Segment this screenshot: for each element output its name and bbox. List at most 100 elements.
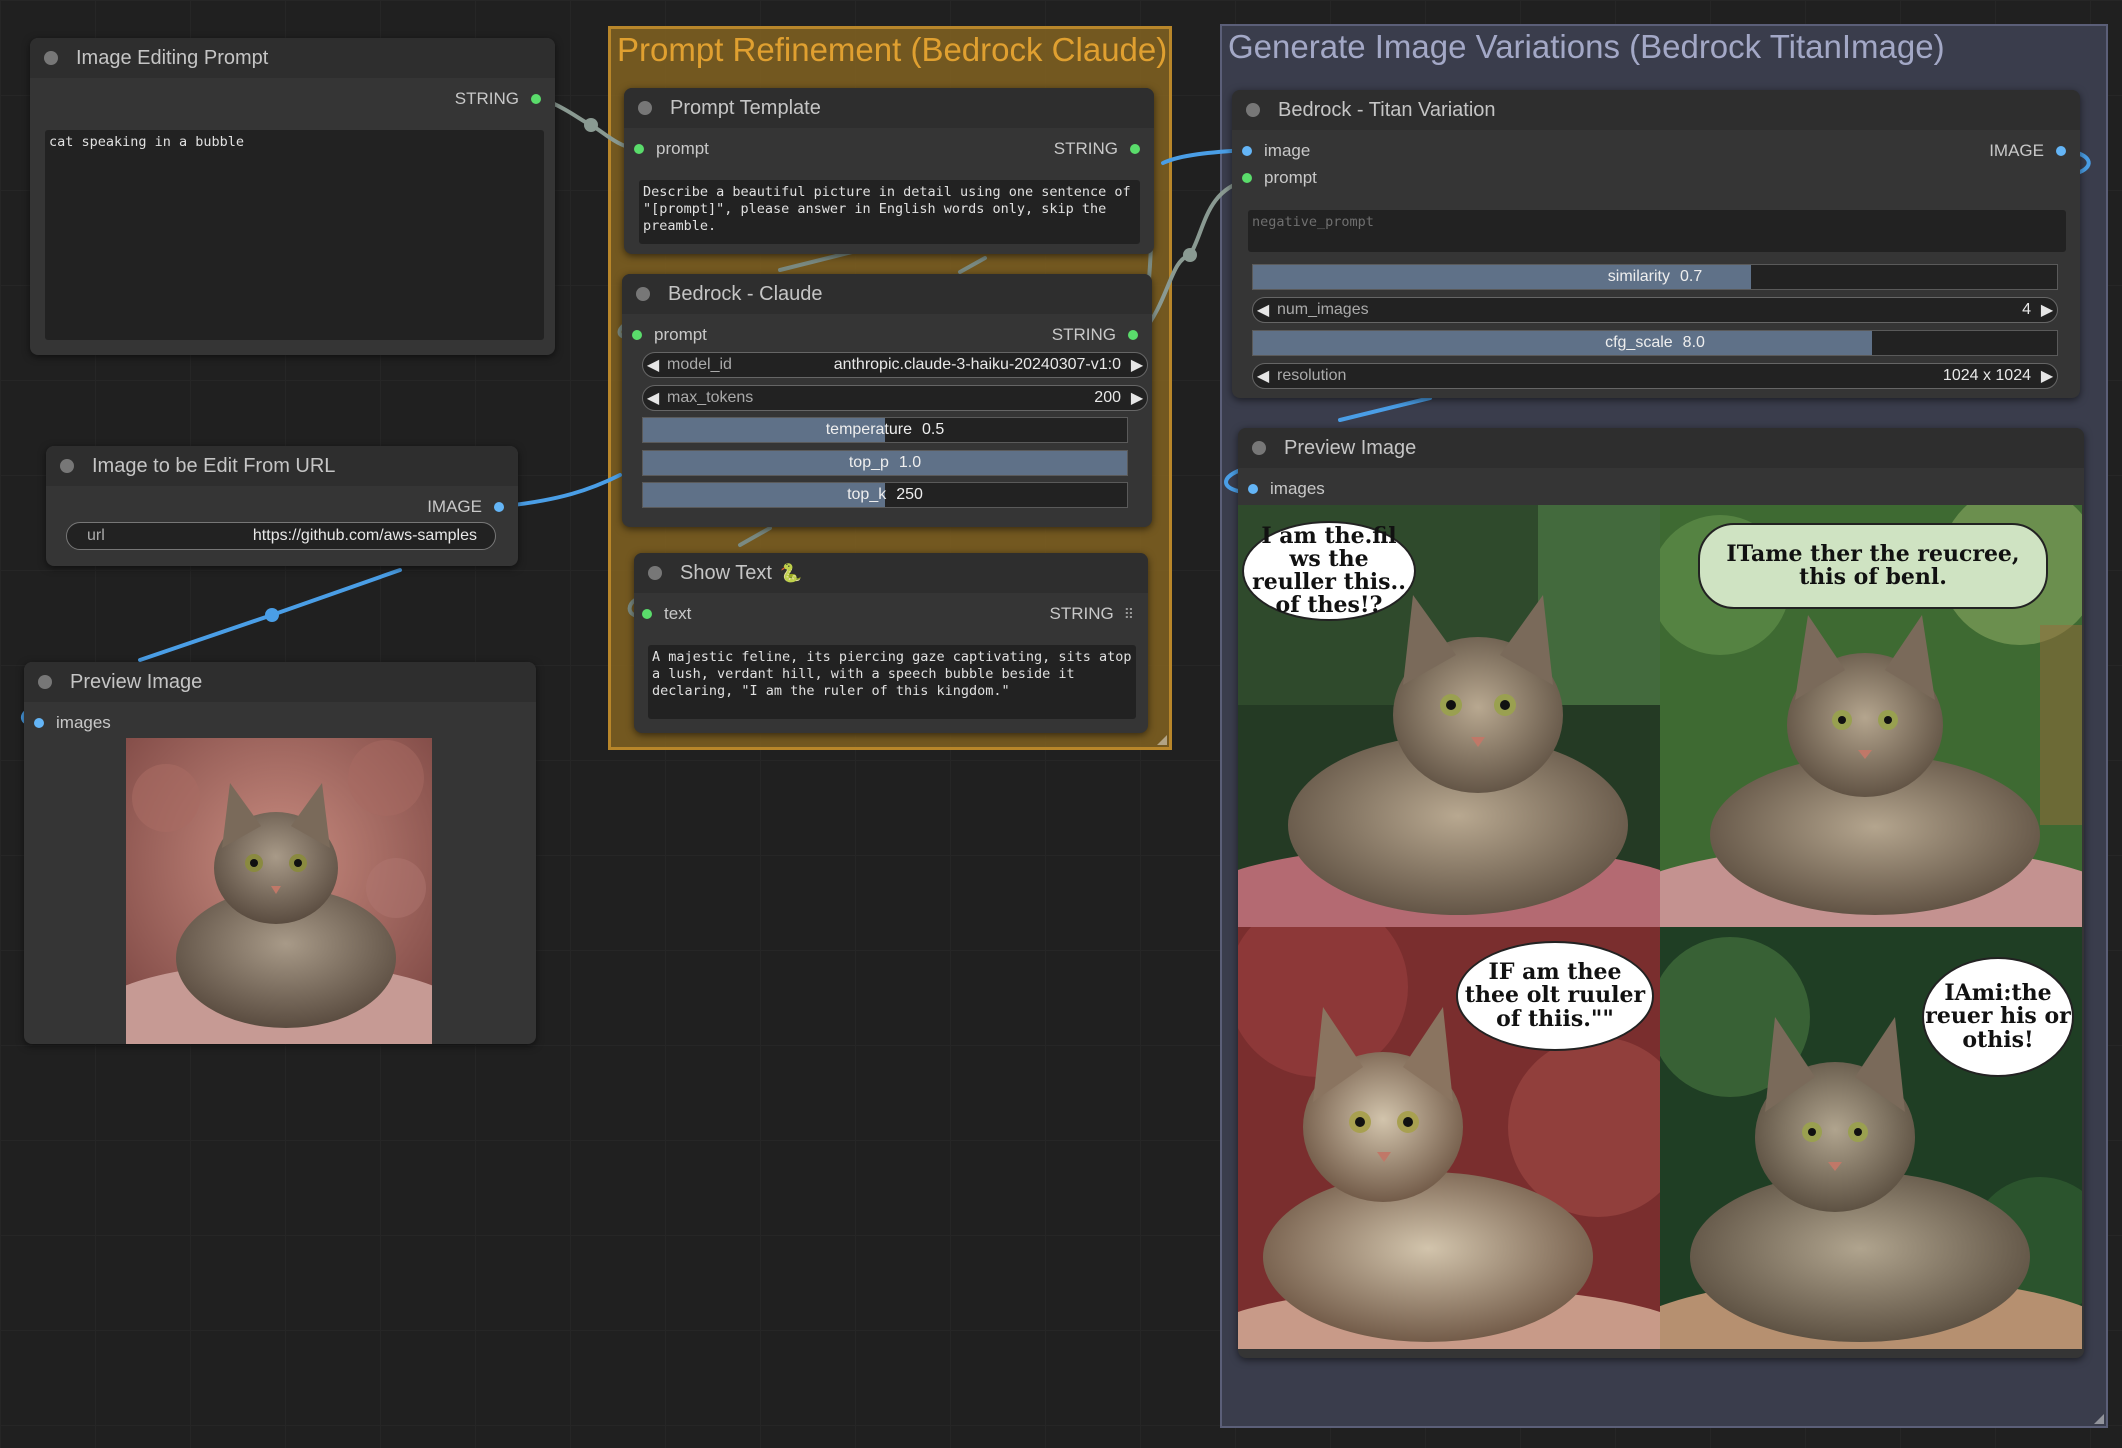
node-header[interactable]: Image Editing Prompt	[30, 38, 555, 78]
input-slot-prompt[interactable]: prompt	[634, 139, 709, 159]
cfg-scale-slider[interactable]: cfg_scale 8.0	[1252, 330, 2058, 356]
image-slot-dot-icon[interactable]	[1248, 484, 1258, 494]
output-textarea[interactable]: A majestic feline, its piercing gaze cap…	[648, 645, 1136, 719]
widget-name: url	[87, 527, 105, 544]
list-grid-icon[interactable]: ⠿	[1124, 606, 1134, 623]
num-images-number[interactable]: ◀ num_images 4 ▶	[1252, 297, 2058, 323]
string-slot-dot-icon[interactable]	[1242, 173, 1252, 183]
generated-image-3[interactable]: IF am thee thee olt ruuler of thiis.""	[1238, 927, 1660, 1349]
input-slot-text[interactable]: text	[642, 604, 691, 624]
slot-label: STRING	[1051, 325, 1116, 344]
image-slot-dot-icon[interactable]	[2056, 146, 2066, 156]
top-k-slider[interactable]: top_k 250	[642, 482, 1128, 508]
image-slot-dot-icon[interactable]	[34, 718, 44, 728]
similarity-slider[interactable]: similarity 0.7	[1252, 264, 2058, 290]
node-header[interactable]: Preview Image	[1238, 428, 2084, 468]
output-slot-image[interactable]: IMAGE	[427, 497, 504, 517]
group-resize-handle[interactable]	[2094, 1414, 2104, 1424]
node-preview-image-right[interactable]: Preview Image images I am the.fil ws the…	[1238, 428, 2084, 1358]
output-slot-string[interactable]: STRING ⠿	[1050, 604, 1135, 624]
group-resize-handle[interactable]	[1157, 735, 1167, 745]
slot-label: prompt	[1264, 168, 1317, 187]
node-title: Bedrock - Titan Variation	[1278, 98, 1496, 121]
image-slot-dot-icon[interactable]	[494, 502, 504, 512]
node-header[interactable]: Prompt Template	[624, 88, 1154, 128]
widget-value: 8.0	[1682, 334, 1705, 351]
string-slot-dot-icon[interactable]	[642, 609, 652, 619]
input-slot-image[interactable]: image	[1242, 141, 1310, 161]
output-slot-string[interactable]: STRING	[455, 89, 541, 109]
model-id-combo[interactable]: ◀ model_id anthropic.claude-3-haiku-2024…	[642, 352, 1148, 378]
widget-value: 1024 x 1024	[1942, 367, 2031, 384]
node-bedrock-claude[interactable]: Bedrock - Claude prompt STRING ◀ model_i…	[622, 274, 1152, 527]
negative-prompt-textarea[interactable]: negative_prompt	[1248, 210, 2066, 252]
widget-name: similarity	[1607, 268, 1670, 285]
node-header[interactable]: Show Text 🐍	[634, 553, 1148, 593]
node-title: Show Text	[680, 561, 772, 584]
node-title: Bedrock - Claude	[668, 282, 823, 305]
slot-label: STRING	[1053, 139, 1118, 158]
node-header[interactable]: Bedrock - Titan Variation	[1232, 90, 2080, 130]
string-slot-dot-icon[interactable]	[531, 94, 541, 104]
node-prompt-template[interactable]: Prompt Template prompt STRING Describe a…	[624, 88, 1154, 254]
node-header[interactable]: Image to be Edit From URL	[46, 446, 518, 486]
speech-bubble: ITame ther the reucree, this of benl.	[1698, 523, 2048, 609]
collapse-dot-icon[interactable]	[1246, 103, 1260, 117]
string-slot-dot-icon[interactable]	[1128, 330, 1138, 340]
arrow-left-icon[interactable]: ◀	[1253, 366, 1273, 386]
slot-label: prompt	[656, 139, 709, 158]
input-slot-prompt[interactable]: prompt	[1242, 168, 1317, 188]
string-slot-dot-icon[interactable]	[634, 144, 644, 154]
arrow-left-icon[interactable]: ◀	[643, 355, 663, 375]
template-textarea[interactable]: Describe a beautiful picture in detail u…	[639, 180, 1140, 244]
slot-label: image	[1264, 141, 1311, 160]
collapse-dot-icon[interactable]	[38, 675, 52, 689]
prompt-textarea[interactable]: cat speaking in a bubble	[45, 130, 544, 340]
string-slot-dot-icon[interactable]	[632, 330, 642, 340]
output-slot-image[interactable]: IMAGE	[1989, 141, 2066, 161]
output-slot-string[interactable]: STRING	[1054, 139, 1140, 159]
collapse-dot-icon[interactable]	[648, 566, 662, 580]
arrow-right-icon[interactable]: ▶	[1127, 388, 1147, 408]
max-tokens-number[interactable]: ◀ max_tokens 200 ▶	[642, 385, 1148, 411]
collapse-dot-icon[interactable]	[638, 101, 652, 115]
group-title[interactable]: Generate Image Variations (Bedrock Titan…	[1228, 28, 1945, 66]
node-title: Preview Image	[1284, 436, 1417, 459]
collapse-dot-icon[interactable]	[44, 51, 58, 65]
arrow-right-icon[interactable]: ▶	[2037, 300, 2057, 320]
input-slot-prompt[interactable]: prompt	[632, 325, 707, 345]
arrow-left-icon[interactable]: ◀	[643, 388, 663, 408]
collapse-dot-icon[interactable]	[636, 287, 650, 301]
node-title: Preview Image	[70, 670, 203, 693]
input-slot-images[interactable]: images	[34, 713, 111, 733]
image-slot-dot-icon[interactable]	[1242, 146, 1252, 156]
url-input[interactable]: url https://github.com/aws-samples	[66, 522, 496, 550]
arrow-right-icon[interactable]: ▶	[2037, 366, 2057, 386]
generated-image-2[interactable]: ITame ther the reucree, this of benl.	[1660, 505, 2082, 927]
generated-image-4[interactable]: IAmi:the reuer his or othis!	[1660, 927, 2082, 1349]
node-show-text[interactable]: Show Text 🐍 text STRING ⠿ A majestic fel…	[634, 553, 1148, 733]
widget-name: max_tokens	[667, 389, 754, 406]
node-header[interactable]: Bedrock - Claude	[622, 274, 1152, 314]
collapse-dot-icon[interactable]	[60, 459, 74, 473]
group-title[interactable]: Prompt Refinement (Bedrock Claude)	[617, 31, 1167, 69]
preview-image-original[interactable]	[126, 738, 432, 1044]
arrow-left-icon[interactable]: ◀	[1253, 300, 1273, 320]
node-title: Prompt Template	[670, 96, 821, 119]
node-titan-variation[interactable]: Bedrock - Titan Variation image prompt I…	[1232, 90, 2080, 398]
node-header[interactable]: Preview Image	[24, 662, 536, 702]
temperature-slider[interactable]: temperature 0.5	[642, 417, 1128, 443]
top-p-slider[interactable]: top_p 1.0	[642, 450, 1128, 476]
node-image-editing-prompt[interactable]: Image Editing Prompt STRING cat speaking…	[30, 38, 555, 355]
arrow-right-icon[interactable]: ▶	[1127, 355, 1147, 375]
widget-value: https://github.com/aws-samples	[252, 527, 477, 544]
generated-image-1[interactable]: I am the.fil ws the reuller this.. of th…	[1238, 505, 1660, 927]
node-preview-image-left[interactable]: Preview Image images	[24, 662, 536, 1044]
node-image-from-url[interactable]: Image to be Edit From URL IMAGE url http…	[46, 446, 518, 566]
input-slot-images[interactable]: images	[1248, 479, 1325, 499]
string-slot-dot-icon[interactable]	[1130, 144, 1140, 154]
output-slot-string[interactable]: STRING	[1052, 325, 1138, 345]
collapse-dot-icon[interactable]	[1252, 441, 1266, 455]
widget-name: temperature	[825, 421, 912, 438]
resolution-combo[interactable]: ◀ resolution 1024 x 1024 ▶	[1252, 363, 2058, 389]
